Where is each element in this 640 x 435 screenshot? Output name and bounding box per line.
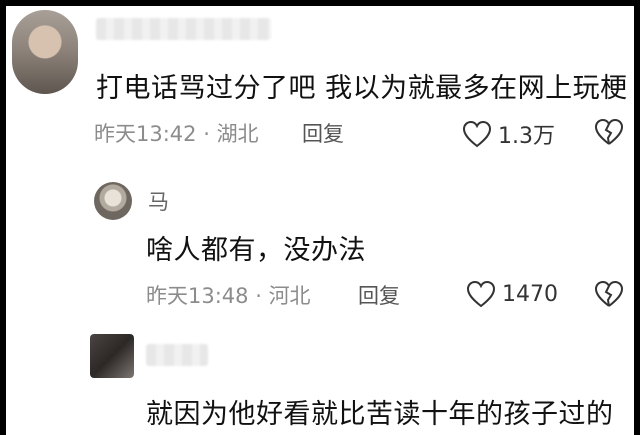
avatar[interactable] [94,182,132,220]
meta-separator: · [248,284,269,308]
comment-time: 昨天13:42 [94,122,197,146]
comment-location: 湖北 [216,122,259,146]
broken-heart-icon[interactable] [594,118,624,146]
comment-text: 打电话骂过分了吧 我以为就最多在网上玩梗 [96,73,628,104]
comment-time: 昨天13:48 [146,284,249,308]
blurred-username [146,344,208,366]
avatar[interactable] [90,334,134,378]
like-count: 1.3万 [498,124,555,149]
like-button[interactable]: 1.3万 [462,118,555,150]
reply-button[interactable]: 回复 [358,280,400,310]
broken-heart-icon[interactable] [594,280,624,308]
comment-location: 河北 [268,284,311,308]
username[interactable]: 马 [148,186,169,216]
heart-outline-icon [462,120,492,148]
comment-text: 就因为他好看就比苦读十年的孩子过的 [146,399,614,430]
like-count: 1470 [502,281,558,307]
comment-meta: 昨天13:42 · 湖北 [94,118,259,148]
blurred-username [96,18,271,40]
comment-meta: 昨天13:48 · 河北 [146,280,311,310]
heart-outline-icon [466,280,496,308]
reply-button[interactable]: 回复 [302,118,344,148]
comment-panel: 打电话骂过分了吧 我以为就最多在网上玩梗 昨天13:42 · 湖北 回复 1.3… [6,6,634,435]
like-button[interactable]: 1470 [466,280,558,308]
comment-text: 啥人都有，没办法 [146,235,366,266]
avatar[interactable] [12,10,78,94]
meta-separator: · [196,122,217,146]
